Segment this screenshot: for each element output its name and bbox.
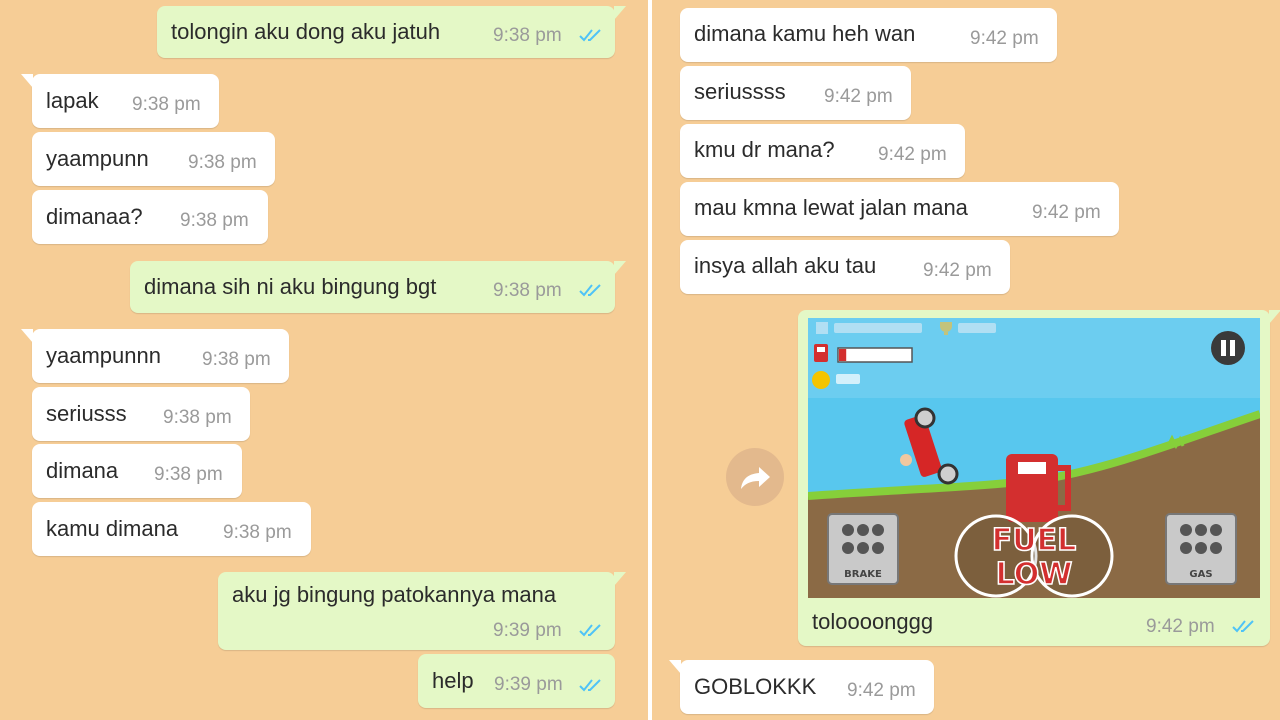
message-time: 9:38 pm: [493, 25, 562, 46]
message-time: 9:38 pm: [154, 464, 223, 485]
message-bubble[interactable]: tolongin aku dong aku jatuh 9:38 pm: [157, 6, 626, 58]
fuel-pump-icon: [814, 344, 828, 362]
brake-label: BRAKE: [844, 569, 882, 580]
message-time: 9:38 pm: [202, 349, 271, 370]
message-text: dimana sih ni aku bingung bgt: [144, 274, 437, 299]
message-time: 9:38 pm: [493, 280, 562, 301]
message-bubble[interactable]: mau kmna lewat jalan mana 9:42 pm: [680, 182, 1119, 236]
message-text: tolongin aku dong aku jatuh: [171, 19, 441, 44]
double-check-icon: [579, 29, 601, 42]
message-text: dimanaa?: [46, 204, 143, 229]
message-time: 9:42 pm: [878, 144, 947, 165]
gas-pedal: GAS: [1165, 513, 1237, 585]
message-time: 9:42 pm: [847, 680, 916, 701]
forward-icon: [741, 467, 770, 489]
message-bubble[interactable]: dimana 9:38 pm: [32, 444, 242, 498]
message-bubble[interactable]: help 9:39 pm: [418, 654, 615, 708]
message-bubble[interactable]: kmu dr mana? 9:42 pm: [680, 124, 965, 178]
double-check-icon: [579, 624, 601, 637]
fuel-gauge: [837, 347, 913, 363]
game-screenshot: FUEL LOW BRAKE GAS: [808, 318, 1260, 598]
message-text: dimana: [46, 458, 119, 483]
message-text: mau kmna lewat jalan mana: [694, 195, 968, 220]
message-time: 9:38 pm: [223, 522, 292, 543]
message-bubble[interactable]: seriussss 9:42 pm: [680, 66, 911, 120]
image-message-bubble[interactable]: FUEL LOW BRAKE GAS toloooonggg 9:42 pm: [798, 310, 1280, 646]
message-text: lapak: [46, 88, 99, 113]
pause-button: [1211, 331, 1245, 365]
double-check-icon: [579, 284, 601, 297]
message-time: 9:39 pm: [494, 674, 563, 695]
message-time: 9:39 pm: [493, 620, 562, 641]
message-bubble[interactable]: insya allah aku tau 9:42 pm: [680, 240, 1010, 294]
message-text: yaampunnn: [46, 343, 161, 368]
coin-icon: [812, 371, 830, 389]
message-text: aku jg bingung patokannya mana: [232, 582, 557, 607]
message-text: GOBLOKKK: [694, 674, 817, 699]
message-time: 9:38 pm: [163, 407, 232, 428]
message-time: 9:42 pm: [923, 260, 992, 281]
message-time: 9:38 pm: [180, 210, 249, 231]
message-text: kmu dr mana?: [694, 137, 835, 162]
message-time: 9:42 pm: [1146, 616, 1215, 637]
left-chat-panel: tolongin aku dong aku jatuh 9:38 pm lapa…: [0, 0, 648, 720]
message-bubble[interactable]: GOBLOKKK 9:42 pm: [669, 660, 934, 714]
message-bubble[interactable]: seriusss 9:38 pm: [32, 387, 250, 441]
message-text: help: [432, 668, 474, 693]
double-check-icon: [1232, 620, 1254, 633]
message-time: 9:42 pm: [1032, 202, 1101, 223]
message-bubble[interactable]: yaampunnn 9:38 pm: [21, 329, 289, 383]
gas-label: GAS: [1189, 569, 1212, 580]
fuel-low-text-2: LOW: [996, 557, 1073, 592]
fuel-gauge-fill: [839, 349, 847, 361]
image-caption: toloooonggg: [812, 609, 934, 634]
fuel-low-text-1: FUEL: [992, 523, 1076, 558]
message-text: dimana kamu heh wan: [694, 21, 916, 46]
message-bubble[interactable]: dimana sih ni aku bingung bgt 9:38 pm: [130, 261, 626, 313]
message-text: kamu dimana: [46, 516, 179, 541]
message-time: 9:38 pm: [132, 94, 201, 115]
brake-pedal: BRAKE: [827, 513, 899, 585]
double-check-icon: [579, 679, 601, 692]
game-screenshot-image[interactable]: FUEL LOW BRAKE GAS: [808, 318, 1260, 598]
message-bubble[interactable]: kamu dimana 9:38 pm: [32, 502, 311, 556]
forward-button[interactable]: [726, 448, 784, 506]
message-time: 9:42 pm: [970, 28, 1039, 49]
message-text: seriusss: [46, 401, 127, 426]
message-text: yaampunn: [46, 146, 149, 171]
message-bubble[interactable]: yaampunn 9:38 pm: [32, 132, 275, 186]
message-bubble[interactable]: dimana kamu heh wan 9:42 pm: [680, 8, 1057, 62]
message-time: 9:38 pm: [188, 152, 257, 173]
message-bubble[interactable]: lapak 9:38 pm: [21, 74, 219, 128]
message-text: seriussss: [694, 79, 786, 104]
message-bubble[interactable]: aku jg bingung patokannya mana 9:39 pm: [218, 572, 626, 650]
right-chat-panel: dimana kamu heh wan 9:42 pm seriussss 9:…: [652, 0, 1280, 720]
message-bubble[interactable]: dimanaa? 9:38 pm: [32, 190, 268, 244]
message-text: insya allah aku tau: [694, 253, 877, 278]
message-time: 9:42 pm: [824, 86, 893, 107]
